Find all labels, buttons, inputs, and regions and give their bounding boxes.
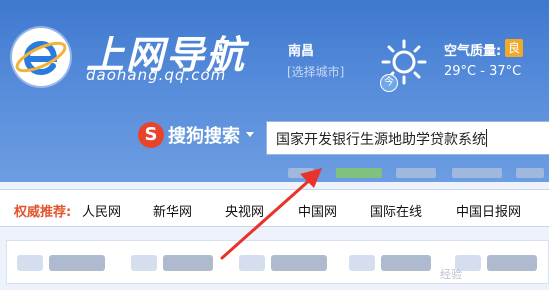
site-link-blurred[interactable]	[487, 255, 537, 271]
suggestion-chip[interactable]	[516, 168, 544, 178]
watermark: 经验	[440, 268, 462, 281]
recommend-link[interactable]: 新华网	[153, 201, 192, 220]
recommend-bar: 权威推荐: 人民网 新华网 央视网 中国网 国际在线 中国日报网	[0, 189, 549, 227]
sogou-logo-icon[interactable]: S	[138, 122, 164, 148]
recommend-link[interactable]: 中国网	[298, 201, 337, 220]
suggestion-chip[interactable]	[336, 168, 382, 178]
suggestion-chip[interactable]	[452, 168, 502, 178]
engine-dropdown-arrow-icon[interactable]	[246, 132, 254, 137]
site-link-blurred[interactable]	[49, 255, 105, 271]
sogou-logo-letter: S	[144, 124, 158, 145]
select-city-link[interactable]: [选择城市]	[287, 63, 344, 80]
site-logo[interactable]	[12, 28, 70, 86]
recommend-link[interactable]: 央视网	[225, 201, 264, 220]
recommend-link[interactable]: 国际在线	[370, 201, 422, 220]
today-badge: 今	[380, 74, 398, 92]
aqi-label: 空气质量:	[444, 44, 502, 59]
site-link-blurred[interactable]	[17, 255, 43, 271]
site-link-blurred[interactable]	[349, 255, 375, 271]
search-query-text: 国家开发银行生源地助学贷款系统	[276, 132, 486, 148]
text-caret	[486, 129, 487, 147]
ie-e-icon	[14, 30, 68, 84]
suggestion-chip[interactable]	[288, 168, 314, 178]
recommend-label: 权威推荐:	[14, 205, 72, 220]
search-suggestions-blurred	[284, 168, 549, 178]
browser-page: 上网导航 daohang.qq.com 南昌 [选择城市] 今 空气质量: 良 …	[0, 0, 549, 290]
site-link-blurred[interactable]	[163, 255, 213, 271]
temperature-range: 29°C - 37°C	[444, 64, 522, 79]
recommend-link[interactable]: 中国日报网	[456, 201, 521, 220]
search-input[interactable]: 国家开发银行生源地助学贷款系统	[266, 121, 549, 155]
site-link-blurred[interactable]	[381, 255, 431, 271]
logo-url: daohang.qq.com	[86, 66, 227, 84]
search-engine-name[interactable]: 搜狗搜索	[168, 122, 240, 148]
site-link-blurred[interactable]	[131, 255, 157, 271]
site-link-blurred[interactable]	[271, 255, 327, 271]
city-name: 南昌	[288, 44, 315, 59]
site-links-blurred	[6, 240, 549, 284]
recommend-link[interactable]: 人民网	[82, 201, 121, 220]
aqi-value-badge: 良	[505, 39, 523, 57]
site-link-blurred[interactable]	[239, 255, 265, 271]
suggestion-chip[interactable]	[396, 168, 436, 178]
